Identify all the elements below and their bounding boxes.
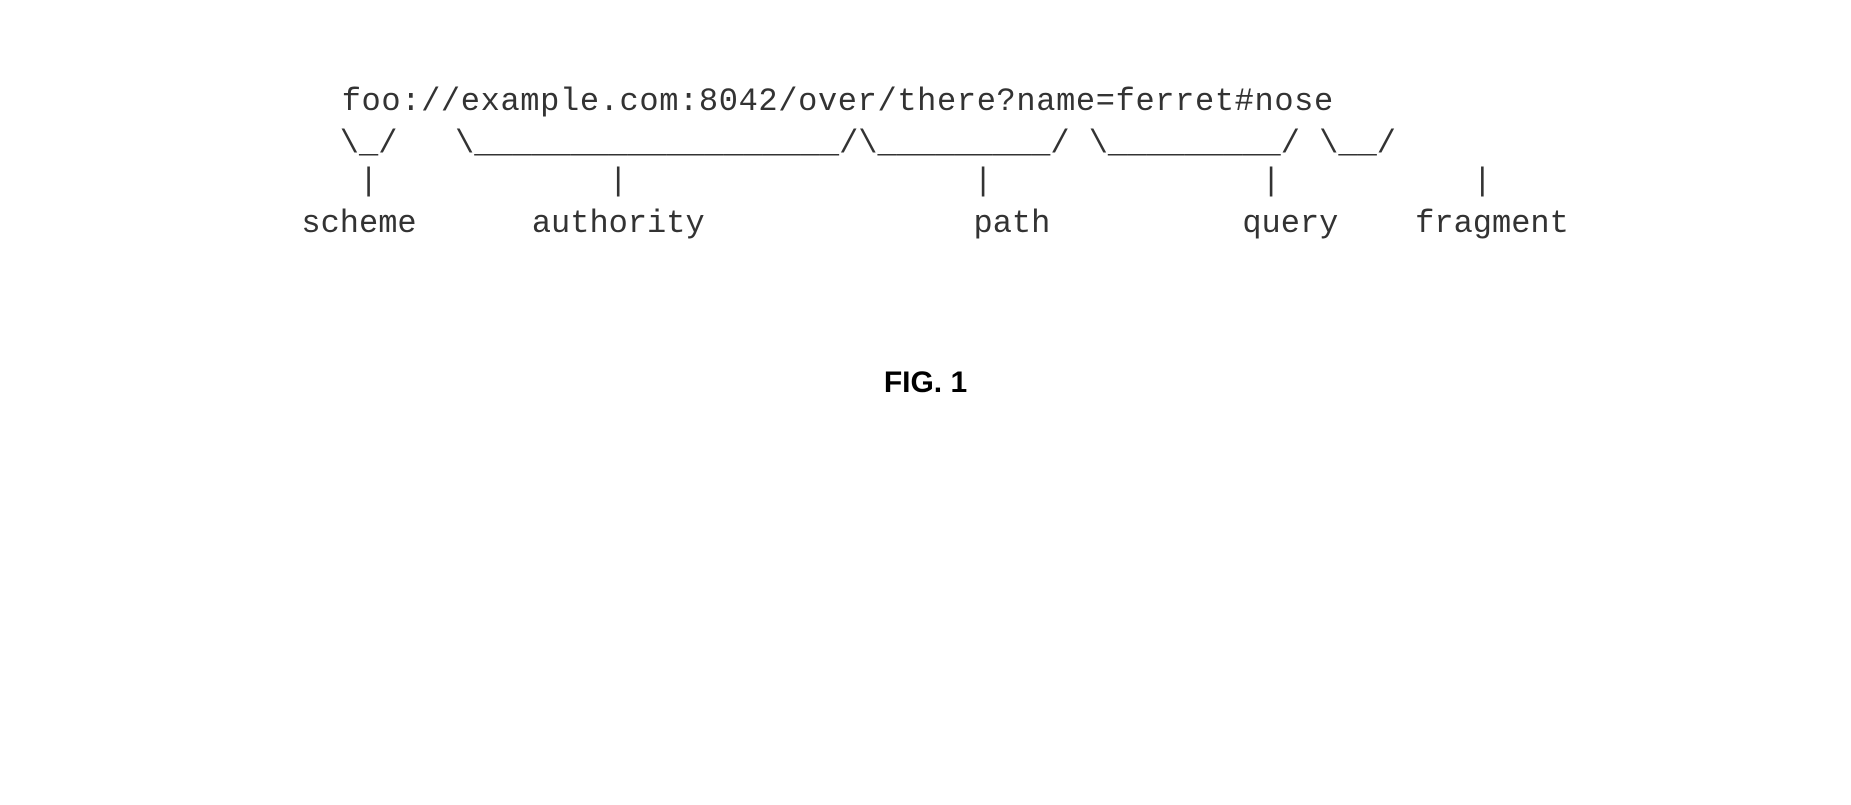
pipe-line: | | | | | [282,163,1492,201]
bracket-line: \_/ \___________________/\_________/ \__… [282,125,1396,163]
figure-caption: FIG. 1 [0,366,1851,400]
label-line: scheme authority path query fragment [282,202,1569,247]
uri-diagram: foo://example.com:8042/over/there?name=f… [282,80,1569,246]
uri-text: foo://example.com:8042/over/there?name=f… [282,80,1334,125]
